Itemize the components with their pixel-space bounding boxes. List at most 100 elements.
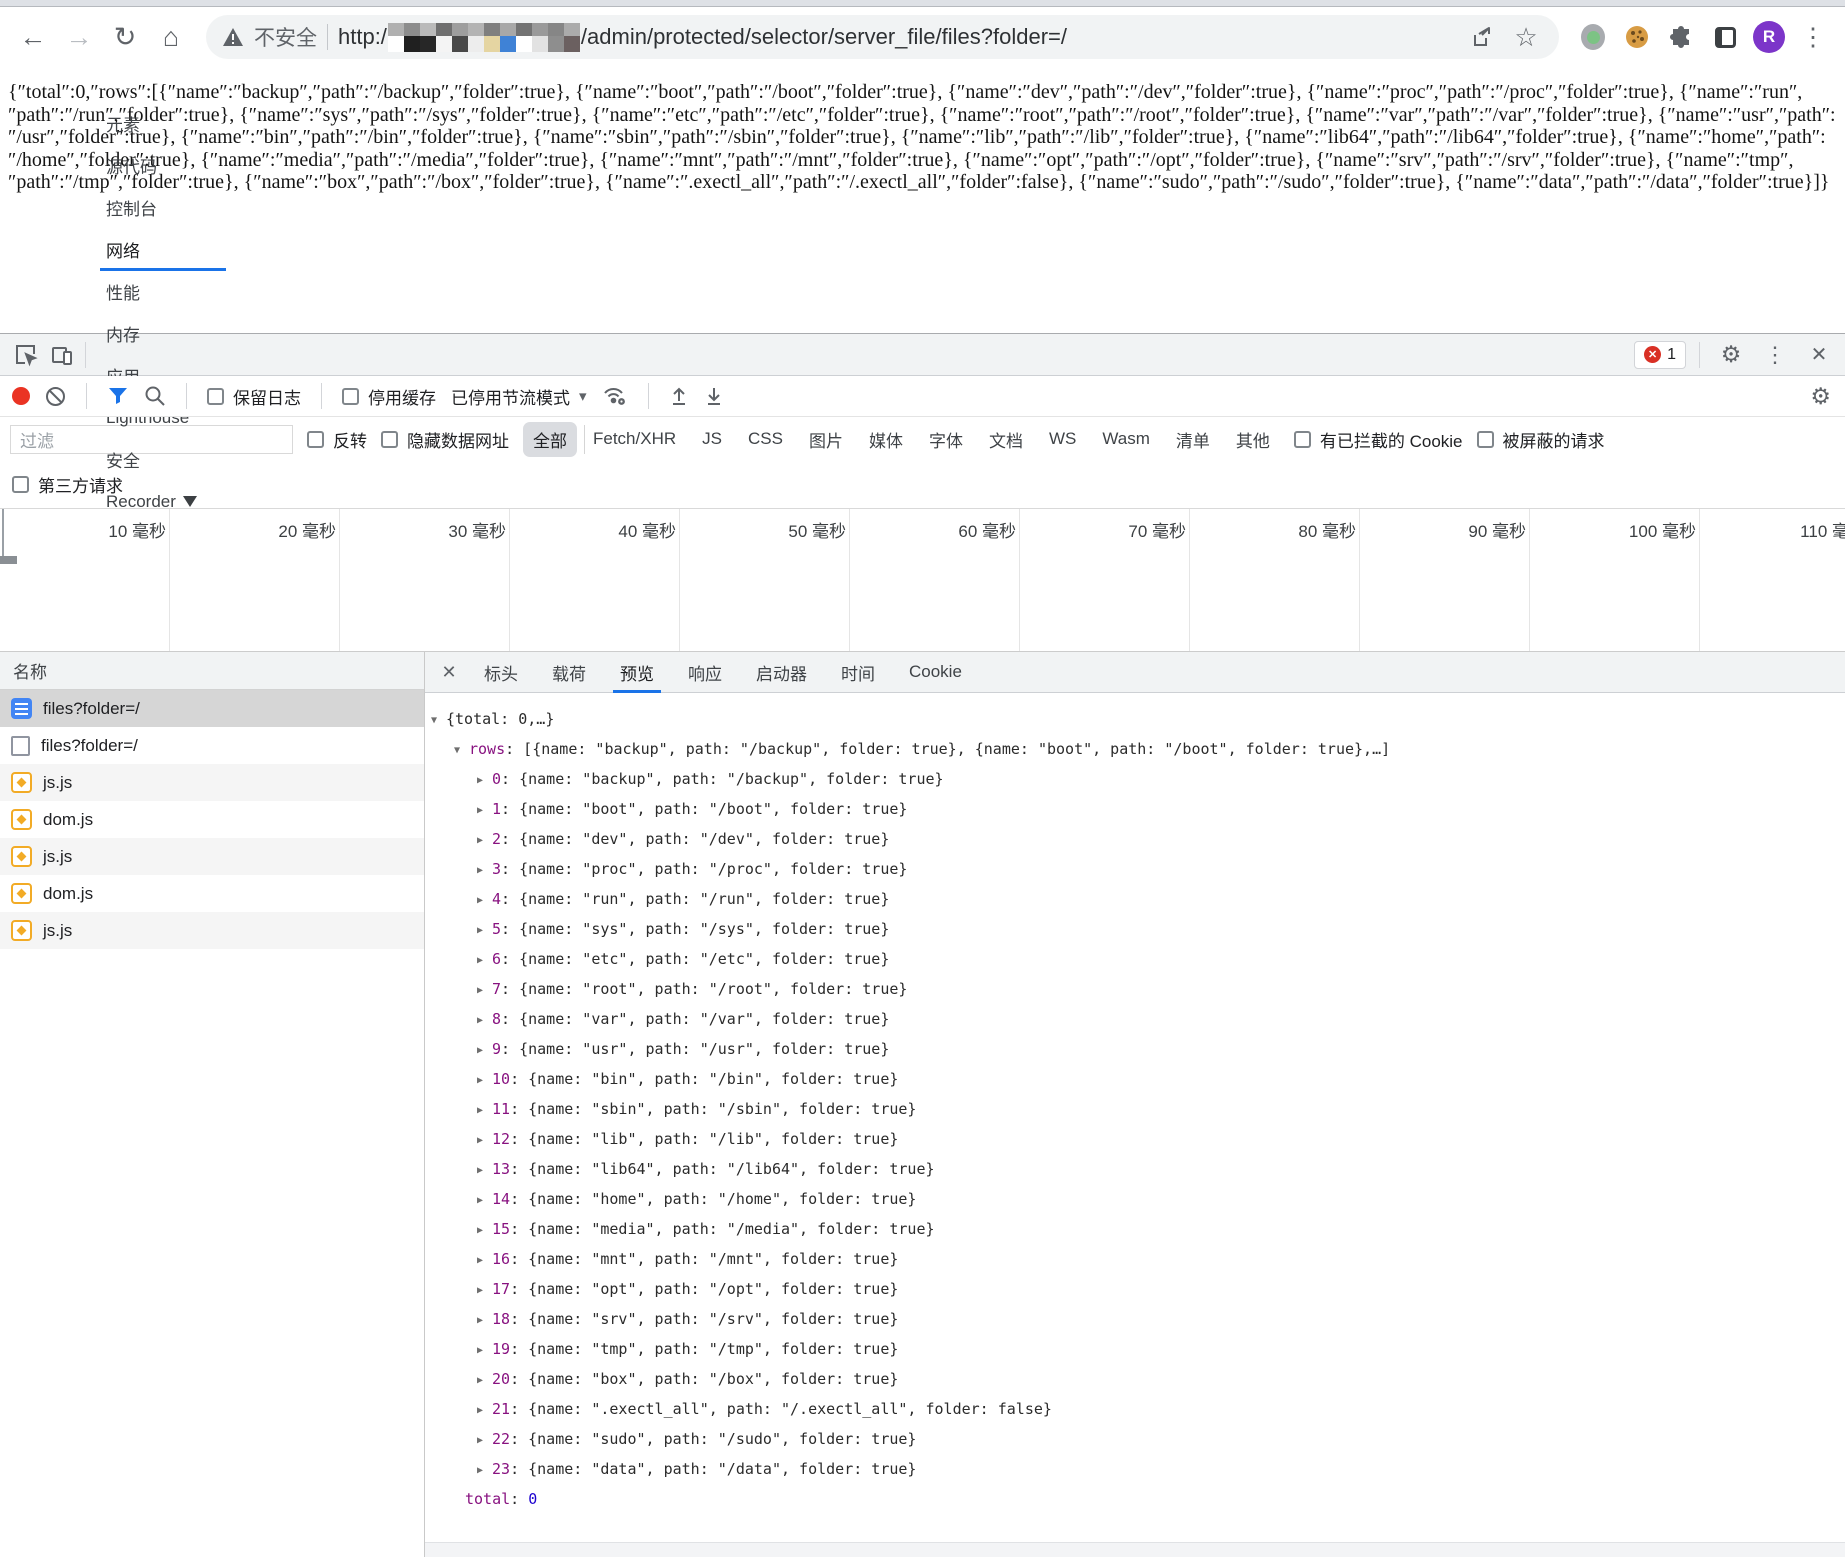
- request-type-filter[interactable]: WS: [1039, 424, 1086, 454]
- request-row[interactable]: files?folder=/: [0, 727, 424, 764]
- json-array-item-row[interactable]: ▶20: {name: "box", path: "/box", folder:…: [431, 1365, 1845, 1395]
- detail-tab[interactable]: 响应: [671, 652, 739, 693]
- collapsed-arrow-icon[interactable]: ▶: [477, 947, 492, 975]
- collapsed-arrow-icon[interactable]: ▶: [477, 1277, 492, 1305]
- json-array-item-row[interactable]: ▶7: {name: "root", path: "/root", folder…: [431, 975, 1845, 1005]
- name-column-header[interactable]: 名称: [0, 652, 424, 690]
- address-bar[interactable]: 不安全 http:/ /admin/protected/selector/ser…: [206, 15, 1559, 59]
- collapsed-arrow-icon[interactable]: ▶: [477, 1307, 492, 1335]
- request-row[interactable]: js.js: [0, 764, 424, 801]
- export-har-icon[interactable]: [704, 385, 724, 407]
- json-array-item-row[interactable]: ▶19: {name: "tmp", path: "/tmp", folder:…: [431, 1335, 1845, 1365]
- request-type-filter[interactable]: 全部: [523, 422, 577, 457]
- detail-tab[interactable]: 载荷: [535, 652, 603, 693]
- detail-tab[interactable]: Cookie: [892, 652, 979, 693]
- request-type-filter[interactable]: CSS: [738, 424, 793, 454]
- chrome-menu-icon[interactable]: ⋮: [1793, 17, 1833, 57]
- collapsed-arrow-icon[interactable]: ▶: [477, 1187, 492, 1215]
- devtools-menu-icon[interactable]: ⋮: [1757, 338, 1793, 372]
- json-array-item-row[interactable]: ▶10: {name: "bin", path: "/bin", folder:…: [431, 1065, 1845, 1095]
- extensions-puzzle-icon[interactable]: [1661, 17, 1701, 57]
- request-row[interactable]: dom.js: [0, 875, 424, 912]
- checkbox-icon[interactable]: [1294, 431, 1311, 448]
- devtools-tab[interactable]: 内存: [91, 313, 235, 355]
- json-array-item-row[interactable]: ▶17: {name: "opt", path: "/opt", folder:…: [431, 1275, 1845, 1305]
- checkbox-icon[interactable]: [1477, 431, 1494, 448]
- request-type-filter[interactable]: Wasm: [1092, 424, 1160, 454]
- collapsed-arrow-icon[interactable]: ▶: [477, 767, 492, 795]
- json-array-item-row[interactable]: ▶13: {name: "lib64", path: "/lib64", fol…: [431, 1155, 1845, 1185]
- request-type-filter[interactable]: 字体: [919, 422, 973, 457]
- collapsed-arrow-icon[interactable]: ▶: [477, 1427, 492, 1455]
- blocked-cookies-checkbox[interactable]: 有已拦截的 Cookie: [1294, 427, 1463, 452]
- json-array-item-row[interactable]: ▶8: {name: "var", path: "/var", folder: …: [431, 1005, 1845, 1035]
- checkbox-icon[interactable]: [342, 388, 359, 405]
- collapsed-arrow-icon[interactable]: ▶: [477, 1397, 492, 1425]
- json-array-item-row[interactable]: ▶0: {name: "backup", path: "/backup", fo…: [431, 765, 1845, 795]
- detail-tab[interactable]: 标头: [467, 652, 535, 693]
- json-array-item-row[interactable]: ▶2: {name: "dev", path: "/dev", folder: …: [431, 825, 1845, 855]
- request-row[interactable]: js.js: [0, 838, 424, 875]
- network-conditions-icon[interactable]: [602, 385, 628, 407]
- collapsed-arrow-icon[interactable]: ▶: [477, 1367, 492, 1395]
- network-settings-icon[interactable]: ⚙: [1810, 385, 1831, 408]
- json-array-item-row[interactable]: ▶11: {name: "sbin", path: "/sbin", folde…: [431, 1095, 1845, 1125]
- throttling-select[interactable]: 已停用节流模式: [451, 384, 587, 409]
- hide-data-urls-checkbox[interactable]: 隐藏数据网址: [381, 427, 509, 452]
- request-type-filter[interactable]: 文档: [979, 422, 1033, 457]
- collapsed-arrow-icon[interactable]: ▶: [477, 977, 492, 1005]
- json-array-item-row[interactable]: ▶15: {name: "media", path: "/media", fol…: [431, 1215, 1845, 1245]
- json-array-item-row[interactable]: ▶22: {name: "sudo", path: "/sudo", folde…: [431, 1425, 1845, 1455]
- devtools-tab[interactable]: 安全: [91, 439, 235, 481]
- collapsed-arrow-icon[interactable]: ▶: [477, 917, 492, 945]
- preserve-log-checkbox[interactable]: 保留日志: [207, 384, 301, 409]
- collapsed-arrow-icon[interactable]: ▶: [477, 1457, 492, 1485]
- request-type-filter[interactable]: 其他: [1226, 422, 1280, 457]
- json-rows-row[interactable]: ▼rows: [{name: "backup", path: "/backup"…: [431, 735, 1845, 765]
- collapsed-arrow-icon[interactable]: ▶: [477, 1157, 492, 1185]
- collapsed-arrow-icon[interactable]: ▶: [477, 857, 492, 885]
- request-type-filter[interactable]: Fetch/XHR: [583, 424, 686, 454]
- disable-cache-checkbox[interactable]: 停用缓存: [342, 384, 436, 409]
- devtools-tab[interactable]: 性能: [91, 271, 235, 313]
- sidebar-extension-icon[interactable]: [1705, 17, 1745, 57]
- json-array-item-row[interactable]: ▶21: {name: ".exectl_all", path: "/.exec…: [431, 1395, 1845, 1425]
- blocked-requests-checkbox[interactable]: 被屏蔽的请求: [1477, 427, 1605, 452]
- request-type-filter[interactable]: JS: [692, 424, 732, 454]
- json-array-item-row[interactable]: ▶16: {name: "mnt", path: "/mnt", folder:…: [431, 1245, 1845, 1275]
- extension-green-dot-icon[interactable]: [1573, 17, 1613, 57]
- json-array-item-row[interactable]: ▶9: {name: "usr", path: "/usr", folder: …: [431, 1035, 1845, 1065]
- share-icon[interactable]: [1465, 20, 1499, 54]
- json-array-item-row[interactable]: ▶4: {name: "run", path: "/run", folder: …: [431, 885, 1845, 915]
- checkbox-icon[interactable]: [307, 431, 324, 448]
- detail-tab[interactable]: 启动器: [739, 652, 824, 693]
- expanded-arrow-icon[interactable]: ▼: [431, 707, 446, 735]
- close-detail-icon[interactable]: ✕: [431, 662, 467, 683]
- reload-button[interactable]: ↻: [104, 16, 146, 58]
- collapsed-arrow-icon[interactable]: ▶: [477, 827, 492, 855]
- collapsed-arrow-icon[interactable]: ▶: [477, 1217, 492, 1245]
- checkbox-icon[interactable]: [12, 476, 29, 493]
- collapsed-arrow-icon[interactable]: ▶: [477, 1337, 492, 1365]
- json-array-item-row[interactable]: ▶3: {name: "proc", path: "/proc", folder…: [431, 855, 1845, 885]
- forward-button[interactable]: →: [58, 16, 100, 58]
- back-button[interactable]: ←: [12, 16, 54, 58]
- json-total-row[interactable]: total: 0: [431, 1485, 1845, 1513]
- collapsed-arrow-icon[interactable]: ▶: [477, 1007, 492, 1035]
- json-array-item-row[interactable]: ▶12: {name: "lib", path: "/lib", folder:…: [431, 1125, 1845, 1155]
- filter-funnel-icon[interactable]: [107, 386, 129, 406]
- collapsed-arrow-icon[interactable]: ▶: [477, 1127, 492, 1155]
- json-root-row[interactable]: ▼{total: 0,…}: [431, 705, 1845, 735]
- collapsed-arrow-icon[interactable]: ▶: [477, 1247, 492, 1275]
- device-toolbar-icon[interactable]: [44, 338, 80, 372]
- import-har-icon[interactable]: [669, 385, 689, 407]
- request-row[interactable]: js.js: [0, 912, 424, 949]
- home-button[interactable]: ⌂: [150, 16, 192, 58]
- invert-checkbox[interactable]: 反转: [307, 427, 367, 452]
- request-row[interactable]: dom.js: [0, 801, 424, 838]
- search-icon[interactable]: [144, 385, 166, 407]
- json-array-item-row[interactable]: ▶6: {name: "etc", path: "/etc", folder: …: [431, 945, 1845, 975]
- network-overview-timeline[interactable]: 10 毫秒 20 毫秒 30 毫秒 40 毫秒 50 毫秒 60 毫秒 70: [0, 509, 1845, 652]
- clear-log-icon[interactable]: [45, 386, 66, 407]
- json-array-item-row[interactable]: ▶18: {name: "srv", path: "/srv", folder:…: [431, 1305, 1845, 1335]
